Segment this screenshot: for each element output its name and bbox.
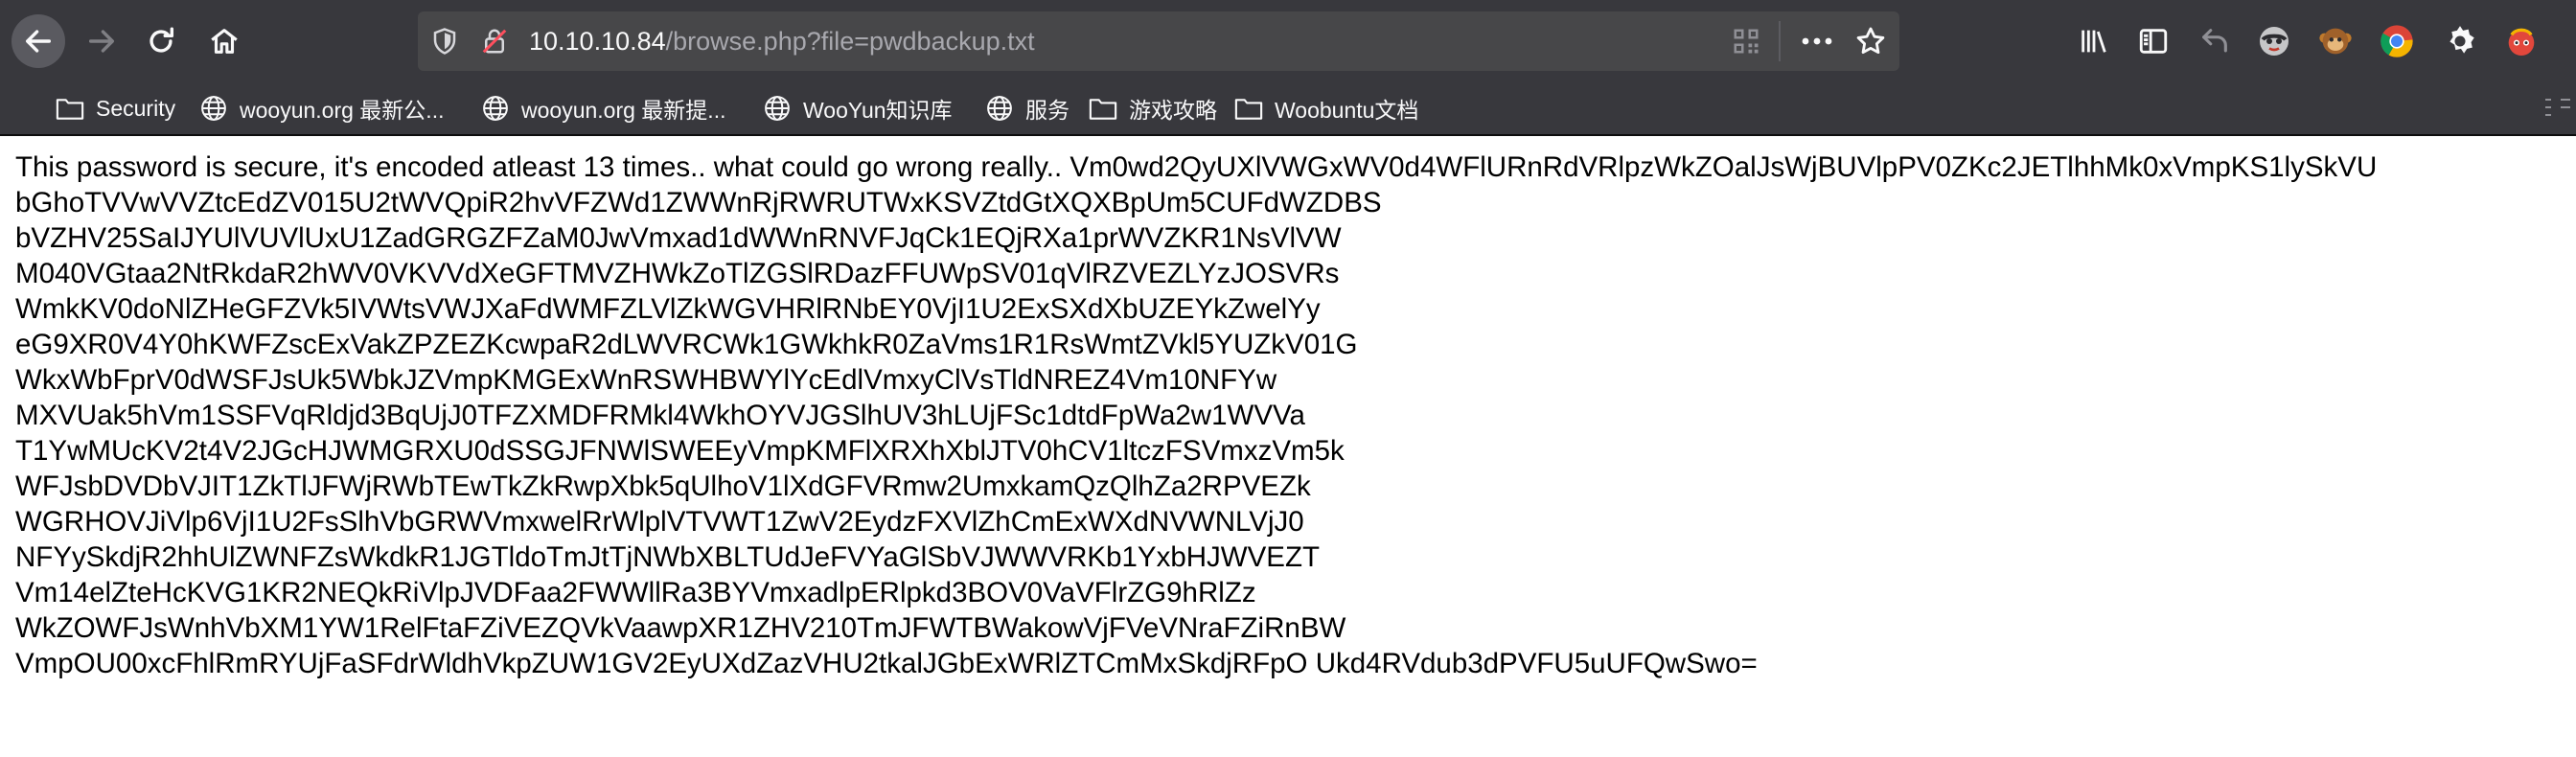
home-button[interactable] [197,14,251,68]
folder-icon [1089,99,1117,120]
bookmark-label: 游戏攻略 [1129,98,1217,123]
text-line: WkxWbFprV0dWSFJsUk5WbkJZVmpKMGExWnRSWHBW… [15,364,1277,396]
reload-button[interactable] [134,14,188,68]
bookmark-services[interactable]: 服务 [985,82,1070,134]
bookmark-woobuntu-docs[interactable]: Woobuntu文档 [1234,82,1418,134]
extension-monkey-icon[interactable] [2254,21,2294,61]
folder-icon [1234,99,1263,120]
bookmark-label: WooYun知识库 [803,98,953,123]
page-actions-button[interactable] [1796,24,1838,58]
insecure-lock-icon[interactable] [477,24,512,58]
bookmark-star-button[interactable] [1852,22,1890,60]
bookmark-security[interactable]: Security [56,82,175,134]
qr-code-icon[interactable] [1729,24,1763,58]
library-icon[interactable] [2074,21,2114,61]
text-line: MXVUak5hVm1SSFVqRldjd3BqUjJ0TFZXMDFRMkl4… [15,400,1305,431]
home-icon [211,29,238,54]
text-line: VmpOU00xcFhlRmRYUjFaSFdrWldhVkpZUW1GV2Ey… [15,648,1758,679]
arrow-right-icon [88,30,115,53]
star-icon [1856,27,1885,55]
bookmark-wooyun-submit[interactable]: wooyun.org 最新提... [481,82,725,134]
text-line: T1YwMUcKV2t4V2JGcHJWMGRXU0dSSGJFNWlSWEEy… [15,435,1345,467]
globe-icon [201,96,226,121]
arrow-left-icon [25,30,52,53]
reload-icon [150,27,174,53]
more-icon [1802,37,1832,45]
extension-tampermonkey-icon[interactable] [2315,21,2356,61]
text-line: WFJsbDVDbVJIT1ZkTlJFWjRWbTEwTkZkRwpXbk5q… [15,470,1311,502]
text-line: WkZOWFJsWnhVbXM1YW1RelFtaFZiVEZQVkVaawpX… [15,612,1346,644]
bookmark-label: Woobuntu文档 [1275,98,1419,123]
bookmark-label: 服务 [1025,98,1070,123]
page-text: This password is secure, it's encoded at… [15,149,2564,681]
overflow-icon[interactable] [2540,94,2576,123]
sidebar-icon[interactable] [2133,21,2174,61]
back-button[interactable] [12,14,65,68]
bookmark-game-guides[interactable]: 游戏攻略 [1089,82,1217,134]
bookmark-label: Security [96,95,176,121]
text-line: WGRHOVJiVlp6VjI1U2FsSlhVbGRWVmxwelRrWlpl… [15,506,1304,538]
gear-icon[interactable] [2440,21,2480,61]
text-line: M040VGtaa2NtRkdaR2hWV0VKVVdXeGFTMVZHWkZo… [15,258,1340,289]
text-line: Vm14elZteHcKVG1KR2NEQkRiVlpJVDFaa2FWWllR… [15,577,1256,608]
bookmark-wooyun-public[interactable]: wooyun.org 最新公... [199,82,444,134]
text-line: bVZHV25SaIJYUlVUVlUxU1ZadGRGZFZaM0JwVmxa… [15,222,1342,254]
text-line: NFYySkdjR2hhUlZWNFZsWkdkR1JGTldoTmJtTjNW… [15,541,1321,573]
url-host: 10.10.10.84 [529,27,666,56]
bookmark-label: wooyun.org 最新公... [240,98,445,123]
extension-bug-icon[interactable] [2501,21,2542,61]
text-line: This password is secure, it's encoded at… [15,151,2378,183]
url-text[interactable]: 10.10.10.84/browse.php?file=pwdbackup.tx… [529,23,1035,59]
bookmarks-toolbar: Security wooyun.org 最新公... wooyun.org 最新… [0,82,2576,136]
undo-icon[interactable] [2195,21,2235,61]
shield-icon[interactable] [427,24,462,58]
globe-icon [987,96,1012,121]
text-line: WmkKV0doNlZHeGFZVk5IVWtsVWJXaFdWMFZLVlZk… [15,293,1321,325]
text-line: eG9XR0V4Y0hKWFZscExVakZPZEZKcwpaR2dLWVRC… [15,329,1358,360]
folder-icon [56,99,84,120]
globe-icon [483,96,508,121]
forward-button[interactable] [75,14,128,68]
bookmark-label: wooyun.org 最新提... [521,98,726,123]
chrome-icon[interactable] [2377,21,2417,61]
url-separator [1779,21,1781,61]
globe-icon [765,96,790,121]
url-path: /browse.php?file=pwdbackup.txt [665,27,1035,56]
browser-toolbar: 10.10.10.84/browse.php?file=pwdbackup.tx… [0,0,2576,82]
text-line: bGhoTVVwVVZtcEdZV015U2tWVQpiR2hvVFZWd1ZW… [15,187,1382,218]
bookmark-wooyun-kb[interactable]: WooYun知识库 [763,82,953,134]
url-bar[interactable]: 10.10.10.84/browse.php?file=pwdbackup.tx… [418,11,1899,71]
